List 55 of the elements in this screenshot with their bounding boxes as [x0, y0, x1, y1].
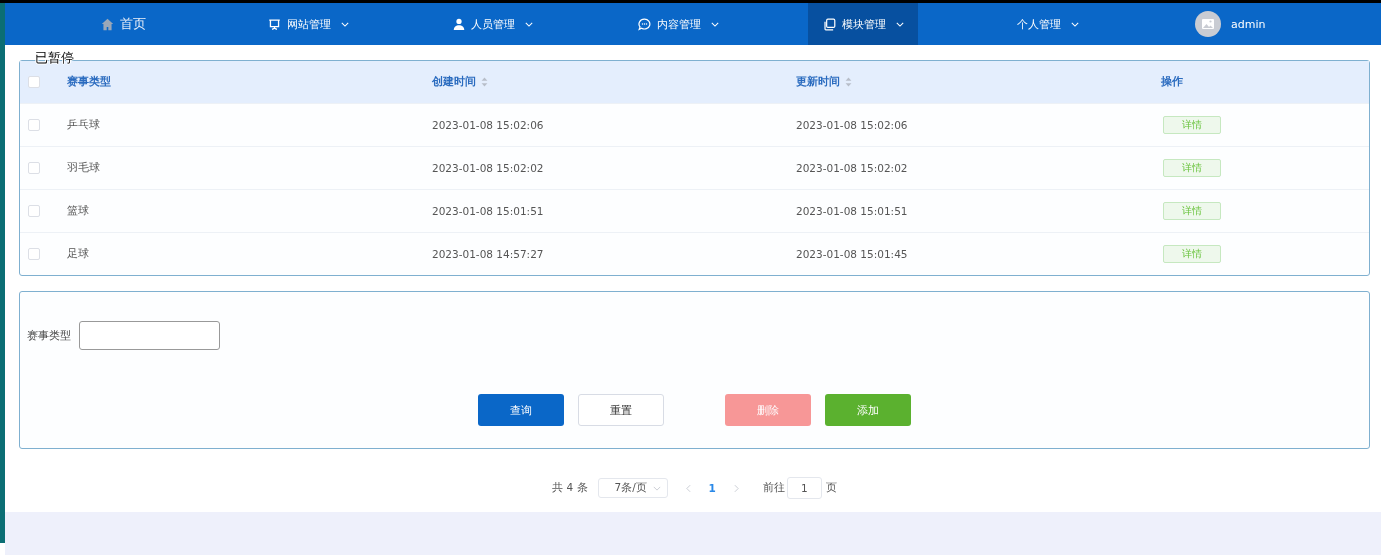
chat-icon — [637, 17, 651, 31]
sort-icon[interactable] — [481, 77, 488, 87]
previous-page-icon[interactable] — [685, 483, 691, 493]
action-button[interactable]: 查询 — [478, 394, 564, 426]
field-label: 赛事类型 — [27, 328, 71, 343]
paused-label: 已暂停 — [35, 49, 74, 67]
select-all-checkbox[interactable] — [28, 76, 40, 88]
sort-icon[interactable] — [845, 77, 852, 87]
nav-item[interactable]: 个人管理 — [993, 3, 1103, 45]
action-button[interactable]: 重置 — [578, 394, 664, 426]
copy-icon — [822, 17, 836, 31]
user-icon — [453, 18, 465, 30]
nav-item[interactable]: 模块管理 — [808, 3, 918, 45]
row-checkbox[interactable] — [28, 119, 40, 131]
column-header[interactable]: 创建时间 — [432, 75, 488, 89]
table-cell: 羽毛球 — [67, 161, 100, 175]
input-field[interactable] — [79, 321, 220, 350]
caret-icon — [1071, 21, 1079, 27]
caret-icon — [340, 21, 349, 27]
row-checkbox[interactable] — [28, 162, 40, 174]
nav-item[interactable]: 网站管理 — [253, 3, 363, 45]
table-cell: 2023-01-08 15:01:45 — [796, 248, 908, 260]
table-cell: 2023-01-08 15:02:02 — [796, 162, 908, 174]
table-cell: 2023-01-08 14:57:27 — [432, 248, 544, 260]
row-checkbox[interactable] — [28, 205, 40, 217]
nav-item[interactable]: 首页 — [68, 3, 178, 45]
chevron-down-icon — [652, 485, 661, 491]
screen-icon — [267, 17, 281, 31]
row-checkbox[interactable] — [28, 248, 40, 260]
next-page-icon[interactable] — [733, 483, 739, 493]
table-cell: 2023-01-08 15:01:51 — [432, 205, 544, 217]
user-name[interactable]: admin — [1231, 17, 1266, 31]
caret-icon — [710, 21, 719, 27]
table-cell: 2023-01-08 15:01:51 — [796, 205, 908, 217]
page-number[interactable]: 1 — [708, 482, 716, 494]
column-header: 操作 — [1161, 75, 1183, 89]
page-suffix: 页 — [825, 481, 837, 495]
page-size-select[interactable]: 7条/页 — [597, 478, 668, 498]
home-icon — [100, 17, 114, 31]
table-cell: 足球 — [67, 247, 89, 261]
avatar-icon[interactable] — [1195, 11, 1221, 37]
goto-label: 前往 — [762, 481, 785, 495]
caret-icon — [525, 21, 533, 27]
column-header: 赛事类型 — [67, 75, 111, 89]
nav-item[interactable]: 人员管理 — [438, 3, 548, 45]
table-cell: 2023-01-08 15:02:02 — [432, 162, 544, 174]
page-input[interactable]: 1 — [786, 477, 822, 499]
table-cell: 2023-01-08 15:02:06 — [432, 119, 544, 131]
total-count: 共 4 条 — [552, 481, 588, 495]
column-header[interactable]: 更新时间 — [796, 75, 852, 89]
caret-icon — [895, 21, 904, 27]
nav-item[interactable]: 内容管理 — [623, 3, 733, 45]
table-cell: 篮球 — [67, 204, 89, 218]
table-cell: 2023-01-08 15:02:06 — [796, 119, 908, 131]
table-cell: 乒乓球 — [67, 118, 100, 132]
